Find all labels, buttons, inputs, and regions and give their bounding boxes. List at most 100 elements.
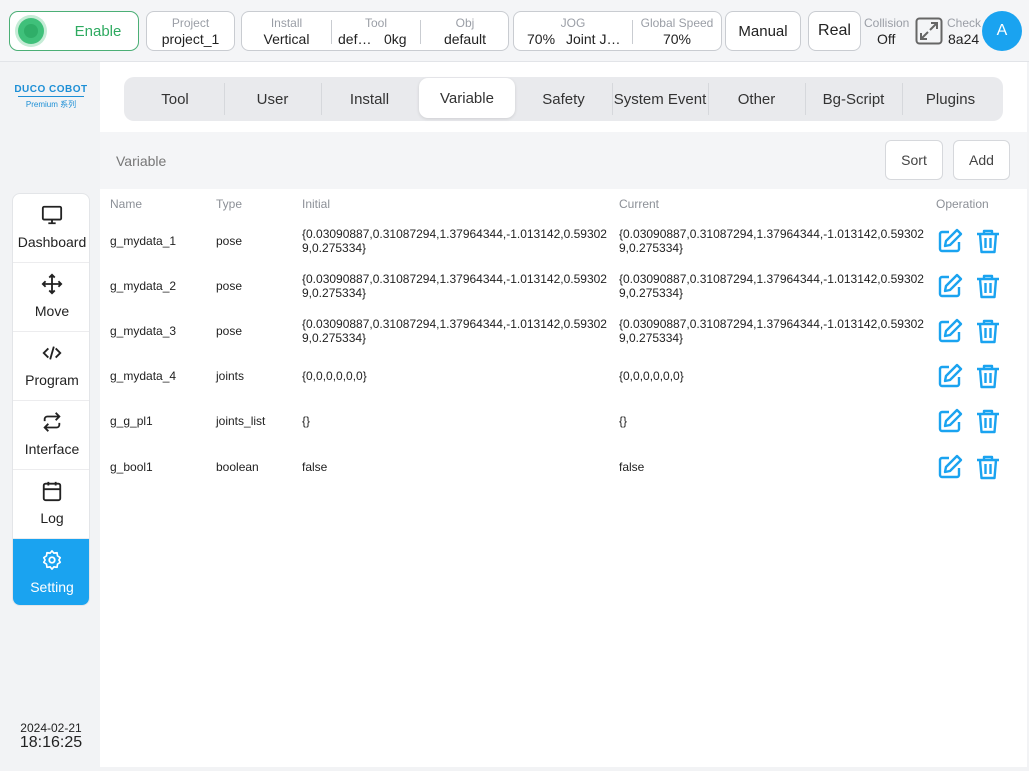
nav-label-move: Move <box>34 303 70 319</box>
edit-icon[interactable] <box>936 317 964 345</box>
tab-install[interactable]: Install <box>321 77 418 121</box>
variable-toolbar: Variable Sort Add <box>100 132 1027 189</box>
edit-icon[interactable] <box>936 362 964 390</box>
tool-weight-value: 0kg <box>384 31 407 47</box>
nav-item-log[interactable]: Log <box>13 470 89 539</box>
variable-name: g_mydata_1 <box>110 234 177 248</box>
variable-current: {0.03090887,0.31087294,1.37964344,-1.013… <box>619 317 924 345</box>
code-icon <box>42 346 62 360</box>
variable-initial: false <box>302 460 328 474</box>
edit-icon[interactable] <box>936 272 964 300</box>
nav-item-move[interactable]: Move <box>13 263 89 332</box>
calendar-icon <box>42 481 62 502</box>
variable-name: g_mydata_3 <box>110 324 177 338</box>
table-row: g_mydata_4 joints {0,0,0,0,0,0} {0,0,0,0… <box>100 354 1027 399</box>
install-selector[interactable]: Install Vertical <box>242 12 331 50</box>
tab-safety[interactable]: Safety <box>515 77 612 121</box>
trash-icon[interactable] <box>974 453 1002 481</box>
nav-item-program[interactable]: Program <box>13 332 89 401</box>
manual-mode-button[interactable]: Manual <box>725 11 801 51</box>
logo-divider <box>18 96 84 97</box>
global-speed-label: Global Speed <box>640 16 714 30</box>
column-header-current: Current <box>619 197 660 211</box>
project-label: Project <box>171 16 210 30</box>
global-speed-selector[interactable]: Global Speed 70% <box>633 12 721 50</box>
global-speed-value: 70% <box>662 31 692 47</box>
enable-label: Enable <box>74 23 122 40</box>
edit-icon[interactable] <box>936 227 964 255</box>
variable-current: {0.03090887,0.31087294,1.37964344,-1.013… <box>619 227 924 255</box>
tab-variable[interactable]: Variable <box>419 78 515 118</box>
table-row: g_mydata_3 pose {0.03090887,0.31087294,1… <box>100 309 1027 354</box>
column-header-name: Name <box>110 197 143 211</box>
project-value: project_1 <box>161 31 220 47</box>
variable-current: {0.03090887,0.31087294,1.37964344,-1.013… <box>619 272 924 300</box>
expand-icon[interactable] <box>915 17 943 45</box>
jog-mode-value: Joint J… <box>566 31 621 47</box>
trash-icon[interactable] <box>974 227 1002 255</box>
trash-icon[interactable] <box>974 272 1002 300</box>
tool-name-value: def… <box>338 31 372 47</box>
settings-tab-bar: Tool User Install Variable Safety System… <box>124 77 1003 121</box>
variable-name: g_bool1 <box>110 460 153 474</box>
swap-arrows-icon <box>43 412 61 432</box>
variable-type: pose <box>216 279 243 293</box>
tab-user[interactable]: User <box>224 77 321 121</box>
nav-label-dashboard: Dashboard <box>17 234 87 250</box>
nav-label-program: Program <box>25 372 79 388</box>
sort-button[interactable]: Sort <box>885 140 943 180</box>
tab-bg-script[interactable]: Bg-Script <box>805 77 902 121</box>
column-header-operation: Operation <box>936 197 989 211</box>
install-value: Vertical <box>263 31 310 47</box>
obj-label: Obj <box>455 16 475 30</box>
variable-type: pose <box>216 234 243 248</box>
variable-initial: {0.03090887,0.31087294,1.37964344,-1.013… <box>302 272 607 300</box>
variable-name: g_g_pl1 <box>110 414 153 428</box>
top-status-bar: Enable Project project_1 Install Vertica… <box>0 0 1029 62</box>
side-navigation: Dashboard Move Program Interface Log Set… <box>12 193 90 606</box>
table-row: g_g_pl1 joints_list {} {} <box>100 399 1027 444</box>
trash-icon[interactable] <box>974 407 1002 435</box>
nav-item-dashboard[interactable]: Dashboard <box>13 194 89 263</box>
nav-label-setting: Setting <box>30 579 74 595</box>
add-button[interactable]: Add <box>953 140 1010 180</box>
enable-button[interactable]: Enable <box>9 11 139 51</box>
trash-icon[interactable] <box>974 362 1002 390</box>
check-label: Check <box>947 16 982 30</box>
variable-current: false <box>619 460 645 474</box>
tool-selector[interactable]: Tool def… 0kg <box>332 12 420 50</box>
jog-selector[interactable]: JOG 70% Joint J… <box>514 12 632 50</box>
nav-label-interface: Interface <box>24 441 80 457</box>
nav-label-log: Log <box>40 510 64 526</box>
tab-system-event[interactable]: System Event <box>612 77 708 121</box>
variable-name: g_mydata_2 <box>110 279 177 293</box>
current-time: 18:16:25 <box>19 734 83 751</box>
project-selector[interactable]: Project project_1 <box>146 11 235 51</box>
tab-other[interactable]: Other <box>708 77 805 121</box>
tab-plugins[interactable]: Plugins <box>902 77 999 121</box>
trash-icon[interactable] <box>974 317 1002 345</box>
collision-label: Collision <box>864 16 910 30</box>
enable-status-indicator <box>18 18 44 44</box>
variable-initial: {0,0,0,0,0,0} <box>302 369 367 383</box>
jog-speed-value: 70% <box>527 31 556 47</box>
variable-type: joints <box>216 369 245 383</box>
edit-icon[interactable] <box>936 407 964 435</box>
table-row: g_mydata_1 pose {0.03090887,0.31087294,1… <box>100 219 1027 264</box>
variable-initial: {0.03090887,0.31087294,1.37964344,-1.013… <box>302 317 607 345</box>
obj-selector[interactable]: Obj default <box>421 12 509 50</box>
nav-item-interface[interactable]: Interface <box>13 401 89 470</box>
variable-current: {} <box>619 414 628 428</box>
edit-icon[interactable] <box>936 453 964 481</box>
real-mode-button[interactable]: Real <box>808 11 861 51</box>
tab-tool[interactable]: Tool <box>127 77 223 121</box>
gear-icon <box>42 550 62 570</box>
variable-panel-title: Variable <box>116 153 167 169</box>
user-avatar[interactable]: A <box>982 11 1022 51</box>
variable-type: joints_list <box>216 414 266 428</box>
nav-item-setting[interactable]: Setting <box>13 539 89 605</box>
collision-value: Off <box>877 31 896 47</box>
settings-main-panel: Tool User Install Variable Safety System… <box>100 62 1027 767</box>
check-value: 8a24 <box>948 31 980 47</box>
variable-name: g_mydata_4 <box>110 369 177 383</box>
